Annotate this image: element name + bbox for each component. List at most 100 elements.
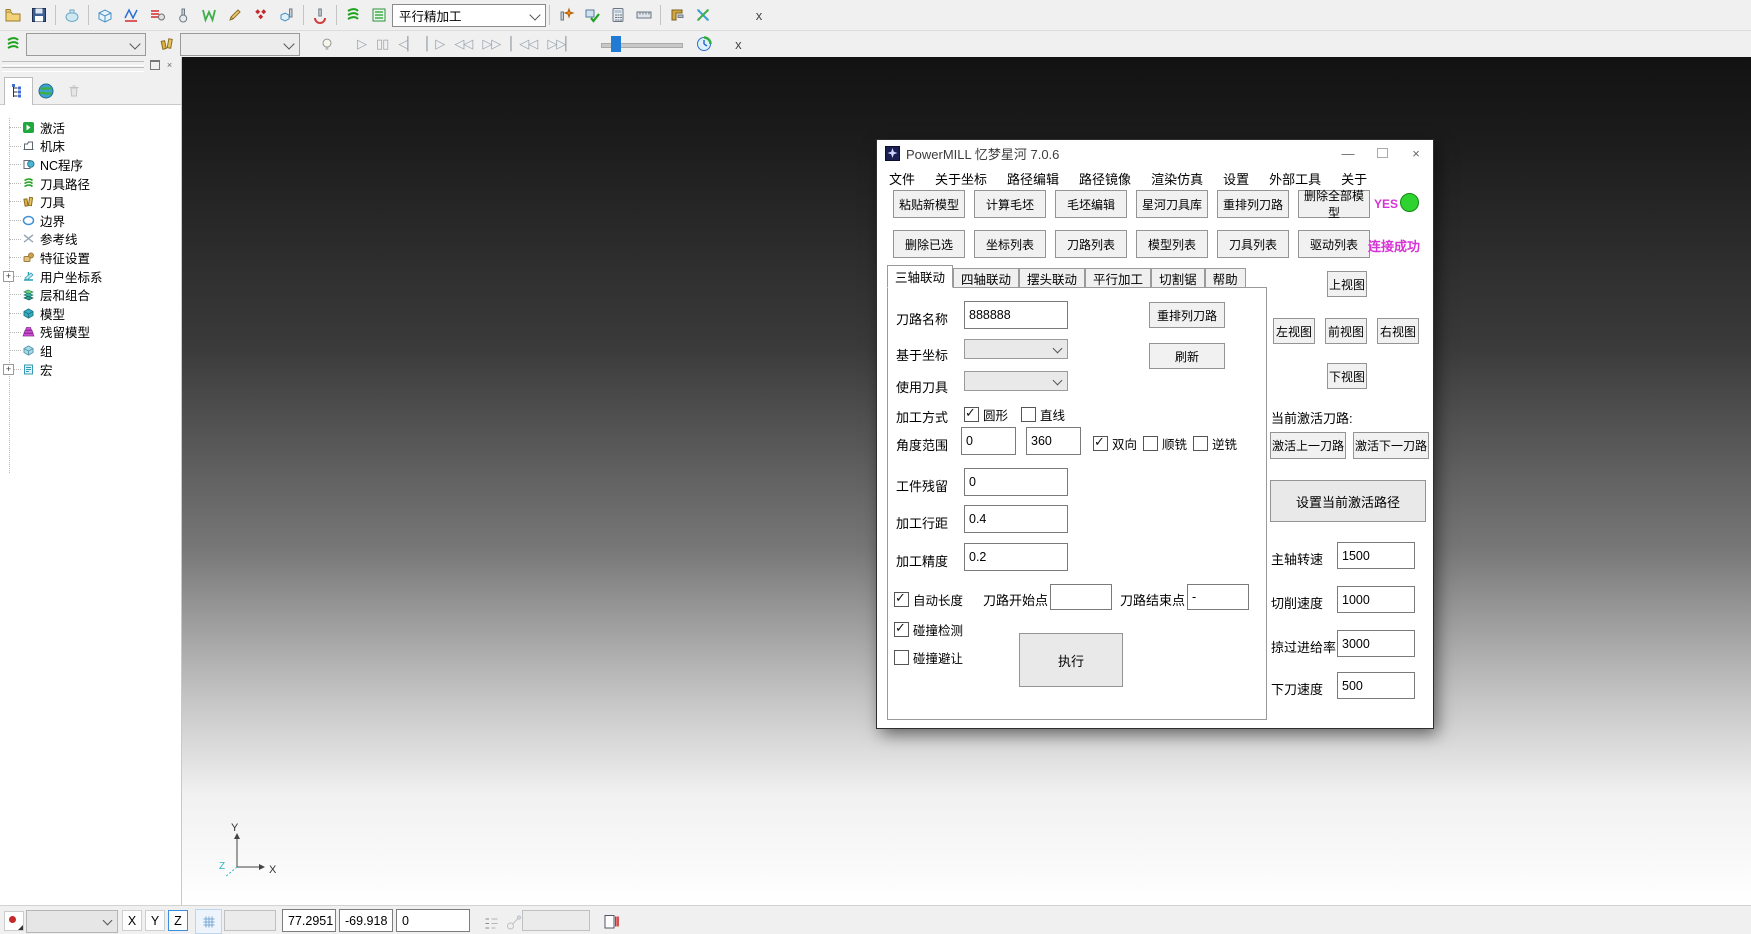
open-folder-icon[interactable] bbox=[0, 3, 26, 27]
coord-x-field[interactable]: 77.2951 bbox=[282, 909, 336, 932]
pencil-curve-icon[interactable] bbox=[222, 3, 248, 27]
spindle-speed-input[interactable] bbox=[1337, 542, 1415, 569]
mode-line-checkbox[interactable]: 直线 bbox=[1021, 405, 1065, 424]
menu-external-tools[interactable]: 外部工具 bbox=[1259, 169, 1331, 188]
tree-item-stock-models[interactable]: 残留模型 bbox=[0, 323, 181, 342]
view-top-button[interactable]: 上视图 bbox=[1327, 271, 1367, 297]
panel-grip[interactable] bbox=[2, 61, 144, 66]
points-icon[interactable] bbox=[248, 3, 274, 27]
axis-y-button[interactable]: Y bbox=[145, 910, 165, 931]
tree-item-workplanes[interactable]: +用户坐标系 bbox=[0, 267, 181, 286]
save-icon[interactable] bbox=[26, 3, 52, 27]
print-teapot-icon[interactable] bbox=[59, 3, 85, 27]
pattern-w-icon[interactable] bbox=[196, 3, 222, 27]
page-flags-icon[interactable] bbox=[598, 910, 624, 934]
delete-selected-button[interactable]: 删除已选 bbox=[893, 230, 965, 258]
tab-help[interactable]: 帮助 bbox=[1205, 268, 1246, 288]
plunge-feed-input[interactable] bbox=[1337, 672, 1415, 699]
tab-web-globe[interactable] bbox=[32, 77, 59, 104]
minimize-button[interactable]: — bbox=[1331, 141, 1365, 165]
tree-item-activate[interactable]: 激活 bbox=[0, 118, 181, 137]
cutting-feed-input[interactable] bbox=[1337, 586, 1415, 613]
end-point-input[interactable] bbox=[1187, 584, 1249, 610]
collision-avoid-checkbox[interactable]: 碰撞避让 bbox=[894, 648, 963, 667]
status-dropdown[interactable] bbox=[26, 910, 118, 933]
rearrange-button[interactable]: 重排列刀路 bbox=[1149, 302, 1225, 328]
tab-recycle-bin[interactable] bbox=[60, 77, 87, 104]
stepover-input[interactable] bbox=[964, 505, 1068, 533]
toolpath-name-input[interactable] bbox=[964, 301, 1068, 329]
go-to-start-icon[interactable]: ▏◁◁ bbox=[505, 36, 542, 52]
tab-3axis[interactable]: 三轴联动 bbox=[887, 265, 953, 288]
toolpath-list-button[interactable]: 刀路列表 bbox=[1055, 230, 1127, 258]
coord-z-field[interactable]: 0 bbox=[396, 909, 470, 932]
axis-z-button[interactable]: Z bbox=[168, 910, 188, 931]
stock-remain-input[interactable] bbox=[964, 468, 1068, 496]
toolbar-close-button[interactable]: x bbox=[750, 8, 768, 23]
coord-y-field[interactable]: -69.918 bbox=[339, 909, 393, 932]
step-back-icon[interactable]: ◁▏ bbox=[393, 36, 421, 52]
marker-tool-button[interactable] bbox=[4, 911, 24, 931]
tree-item-nc-programs[interactable]: NC程序 bbox=[0, 155, 181, 174]
mode-circle-checkbox[interactable]: 圆形 bbox=[964, 405, 1008, 424]
panel-float-button[interactable] bbox=[148, 59, 161, 71]
execute-button[interactable]: 执行 bbox=[1019, 633, 1123, 687]
view-bottom-button[interactable]: 下视图 bbox=[1327, 363, 1367, 389]
menu-render-sim[interactable]: 渲染仿真 bbox=[1141, 169, 1213, 188]
tree-item-tools[interactable]: 刀具 bbox=[0, 192, 181, 211]
dialog-titlebar[interactable]: PowerMILL 忆梦星河 7.0.6 — × bbox=[877, 140, 1433, 166]
axis-x-button[interactable]: X bbox=[122, 910, 142, 931]
menu-about-coords[interactable]: 关于坐标 bbox=[925, 169, 997, 188]
pause-icon[interactable]: ▯▯ bbox=[371, 36, 393, 52]
collision-check-checkbox[interactable]: 碰撞检测 bbox=[894, 620, 963, 639]
tool-library-button[interactable]: 星河刀具库 bbox=[1136, 190, 1208, 218]
stock-edit-button[interactable]: 毛坯编辑 bbox=[1055, 190, 1127, 218]
tolerance-input[interactable] bbox=[964, 543, 1068, 571]
tree-item-macros[interactable]: +宏 bbox=[0, 360, 181, 379]
view-right-button[interactable]: 右视图 bbox=[1377, 318, 1419, 344]
skim-feed-input[interactable] bbox=[1337, 630, 1415, 657]
ball-tool-icon[interactable] bbox=[170, 3, 196, 27]
sim-speed-slider[interactable] bbox=[601, 36, 681, 52]
lightbulb-icon[interactable] bbox=[314, 32, 340, 56]
compute-stock-button[interactable]: 计算毛坯 bbox=[974, 190, 1046, 218]
grid-size-field[interactable] bbox=[224, 910, 276, 931]
fast-forward-icon[interactable]: ▷▷ bbox=[477, 36, 505, 52]
use-tool-dropdown[interactable] bbox=[964, 371, 1068, 391]
ruler-icon[interactable] bbox=[631, 3, 657, 27]
bidirectional-checkbox[interactable]: 双向 bbox=[1093, 434, 1137, 453]
boundary-icon[interactable] bbox=[118, 3, 144, 27]
transform-arrows-icon[interactable] bbox=[690, 3, 716, 27]
grid-toggle-button[interactable] bbox=[195, 909, 222, 934]
tab-swivel[interactable]: 摆头联动 bbox=[1019, 268, 1085, 288]
coords-list-button[interactable]: 坐标列表 bbox=[974, 230, 1046, 258]
close-button[interactable]: × bbox=[1399, 141, 1433, 165]
tree-item-toolpaths[interactable]: 刀具路径 bbox=[0, 174, 181, 193]
tab-4axis[interactable]: 四轴联动 bbox=[953, 268, 1019, 288]
menu-file[interactable]: 文件 bbox=[879, 169, 925, 188]
tab-saw[interactable]: 切割锯 bbox=[1151, 268, 1205, 288]
tree-expander[interactable]: + bbox=[3, 364, 14, 375]
delete-all-models-button[interactable]: 删除全部模型 bbox=[1298, 190, 1370, 218]
tab-parallel[interactable]: 平行加工 bbox=[1085, 268, 1151, 288]
menu-path-mirror[interactable]: 路径镜像 bbox=[1069, 169, 1141, 188]
model-list-button[interactable]: 模型列表 bbox=[1136, 230, 1208, 258]
conventional-mill-checkbox[interactable]: 逆铣 bbox=[1193, 434, 1237, 453]
start-point-input[interactable] bbox=[1050, 584, 1112, 610]
angle-to-input[interactable] bbox=[1026, 427, 1081, 455]
tool-arc-icon[interactable] bbox=[307, 3, 333, 27]
tree-item-reference-lines[interactable]: 参考线 bbox=[0, 230, 181, 249]
sim-toolpath-combobox[interactable] bbox=[26, 33, 146, 56]
view-front-button[interactable]: 前视图 bbox=[1325, 318, 1367, 344]
auto-length-checkbox[interactable]: 自动长度 bbox=[894, 590, 963, 609]
menu-settings[interactable]: 设置 bbox=[1213, 169, 1259, 188]
tab-explorer-tree[interactable] bbox=[4, 77, 33, 106]
menu-about[interactable]: 关于 bbox=[1331, 169, 1377, 188]
clamp-icon[interactable] bbox=[664, 3, 690, 27]
speed-clock-icon[interactable] bbox=[691, 32, 717, 56]
drive-list-button[interactable]: 驱动列表 bbox=[1298, 230, 1370, 258]
go-to-end-icon[interactable]: ▷▷▏ bbox=[542, 36, 579, 52]
slider-handle[interactable] bbox=[611, 36, 621, 52]
step-forward-icon[interactable]: ▏▷ bbox=[421, 36, 449, 52]
tree-item-boundaries[interactable]: 边界 bbox=[0, 211, 181, 230]
